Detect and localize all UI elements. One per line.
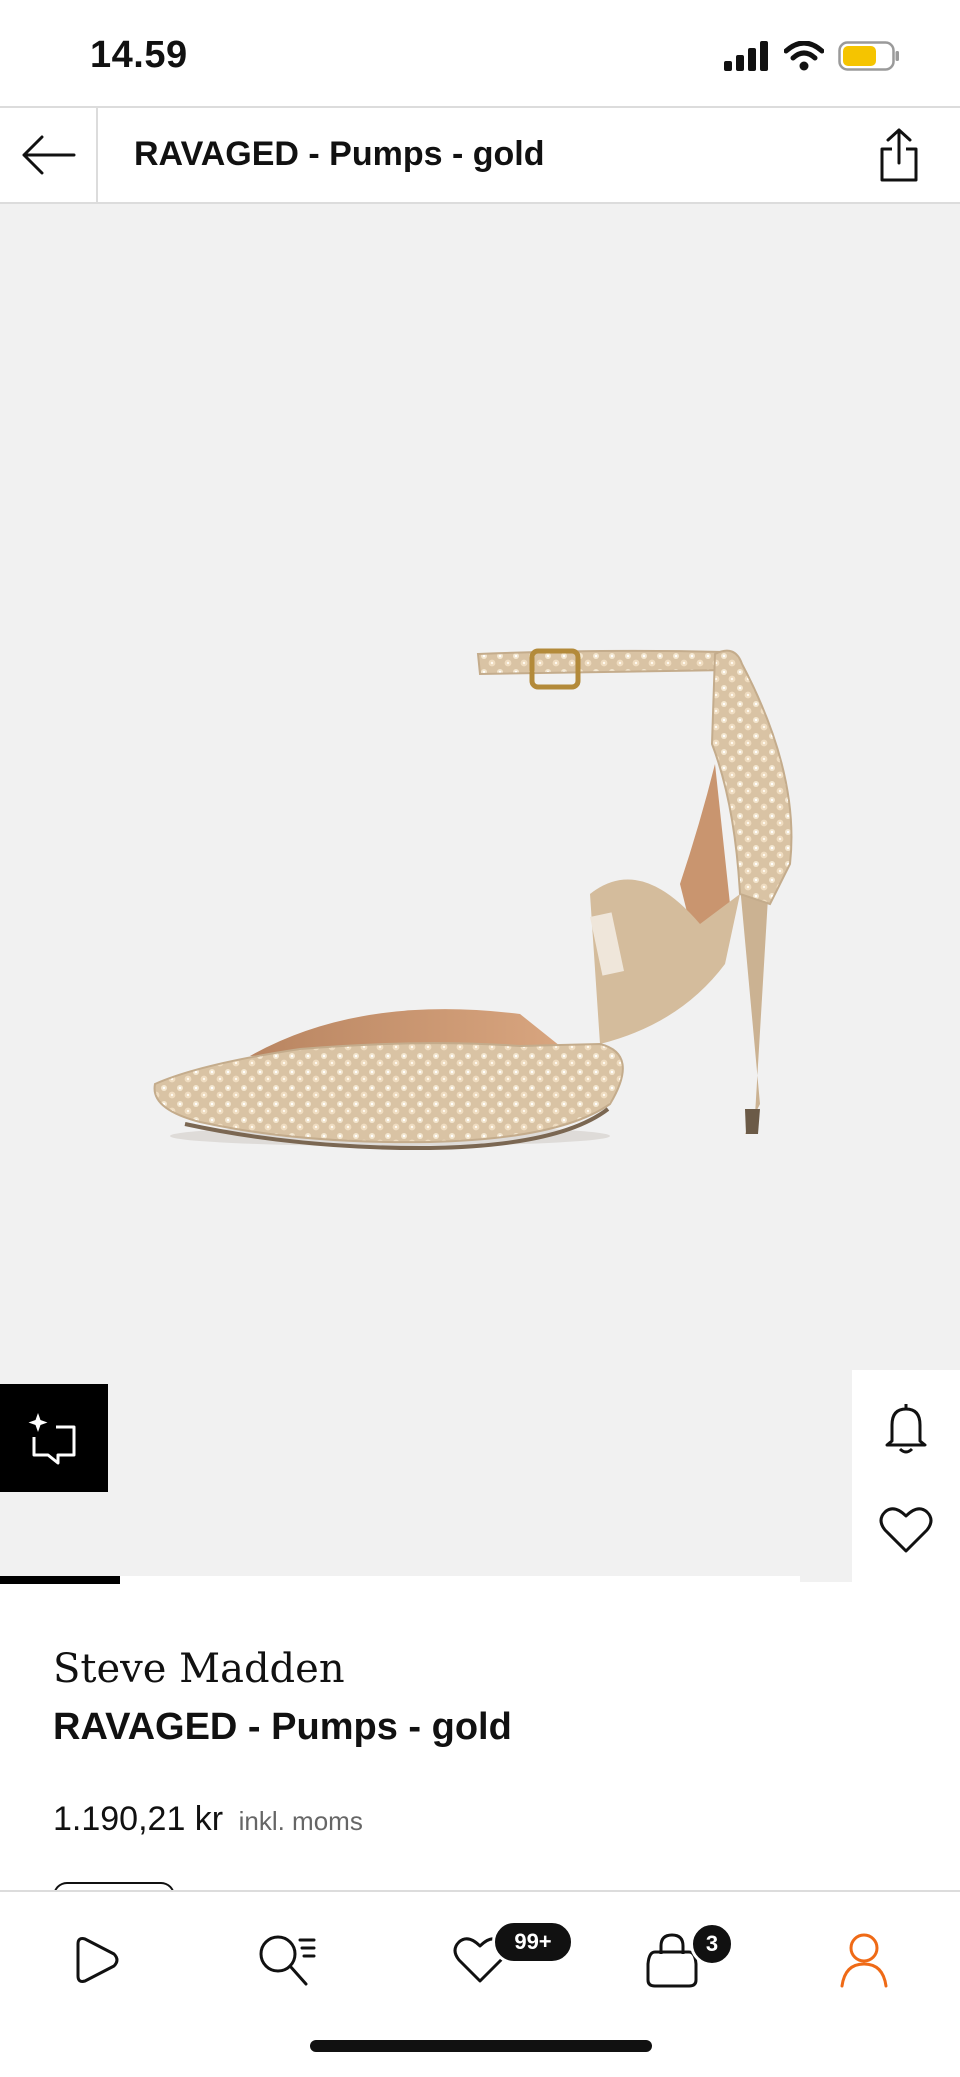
play-icon	[76, 1937, 119, 1983]
image-side-actions	[852, 1370, 960, 1590]
status-bar: 14.59	[0, 0, 960, 106]
bag-count-badge: 3	[690, 1922, 734, 1966]
brand-name[interactable]: Steve Madden	[53, 1646, 345, 1692]
nav-home[interactable]	[36, 1920, 156, 2000]
price: 1.190,21 kr	[53, 1800, 224, 1838]
profile-icon	[840, 1933, 888, 1988]
nav-profile[interactable]	[804, 1920, 924, 2000]
product-image[interactable]	[0, 204, 960, 1582]
add-to-wishlist-button[interactable]	[852, 1480, 960, 1580]
product-image-gallery[interactable]	[0, 204, 960, 1590]
battery-icon	[838, 41, 899, 71]
find-similar-button[interactable]	[0, 1384, 108, 1492]
nav-search[interactable]	[226, 1920, 346, 2000]
status-icons	[724, 36, 900, 76]
image-progress-fill	[0, 1576, 120, 1584]
product-name: RAVAGED - Pumps - gold	[53, 1706, 512, 1748]
signal-icon	[724, 41, 768, 71]
app-header: RAVAGED - Pumps - gold	[0, 106, 960, 204]
search-list-icon	[259, 1935, 316, 1986]
image-progress-bar	[0, 1576, 800, 1584]
back-button[interactable]	[0, 108, 98, 202]
heart-icon	[879, 1507, 933, 1553]
price-line: 1.190,21 kr inkl. moms	[53, 1800, 363, 1839]
status-time: 14.59	[90, 34, 188, 76]
wishlist-count-badge: 99+	[492, 1920, 574, 1964]
home-indicator	[310, 2040, 652, 2052]
page-title: RAVAGED - Pumps - gold	[134, 135, 545, 173]
notify-button[interactable]	[852, 1378, 960, 1478]
nav-bag[interactable]: 3	[612, 1920, 734, 2000]
wifi-icon	[784, 41, 824, 71]
nav-wishlist[interactable]: 99+	[420, 1920, 574, 2000]
product-page: 14.59 RAVAGED - Pumps - gold Steve Madde…	[0, 0, 960, 2077]
arrow-left-icon	[22, 135, 76, 175]
find-similar-icon	[28, 1413, 76, 1465]
vat-note: inkl. moms	[238, 1806, 363, 1836]
bell-icon	[885, 1404, 927, 1454]
share-icon	[880, 128, 918, 182]
share-button[interactable]	[868, 122, 930, 188]
